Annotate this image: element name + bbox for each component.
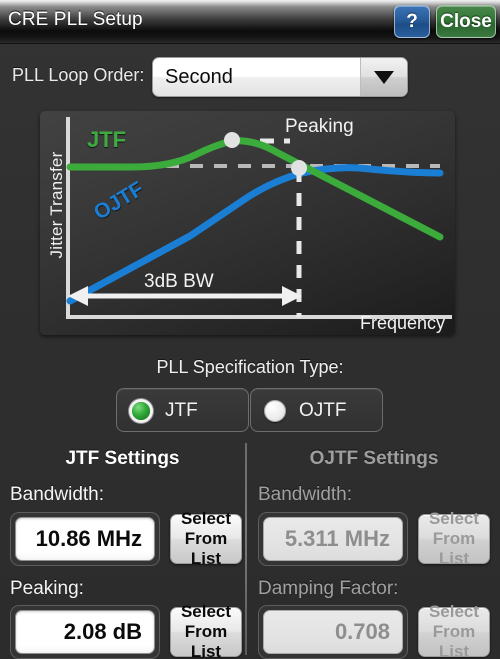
ojtf-damping-select-line1: Select [428,602,480,621]
ojtf-damping-value: 0.708 [263,610,403,654]
jtf-curve-label: JTF [87,127,127,152]
bandwidth-annotation: 3dB BW [144,271,214,292]
chevron-down-icon[interactable] [360,58,407,96]
cre-pll-setup-window: CRE PLL Setup ? Close PLL Loop Order: Se… [0,0,500,659]
y-axis-label: Jitter Transfer [47,151,66,259]
jtf-bandwidth-select-line1: Select [180,509,232,528]
x-axis-label: Frequency [359,313,445,333]
jtf-bandwidth-select-line2: From List [184,529,228,568]
jtf-peak-marker [224,132,240,148]
pll-loop-order-row: PLL Loop Order: Second [0,55,500,97]
spec-type-label: PLL Specification Type: [156,357,344,377]
ojtf-damping-select-button: Select From List [418,602,490,659]
ojtf-bandwidth-label: Bandwidth: [258,484,353,505]
column-divider [245,443,247,655]
ojtf-damping-input: 0.708 [258,605,408,659]
pll-loop-order-label: PLL Loop Order: [12,65,145,85]
pll-loop-order-select[interactable]: Second [152,57,408,97]
jtf-peaking-label: Peaking: [10,578,84,599]
ojtf-bandwidth-select-button: Select From List [418,509,490,568]
jtf-peaking-value: 2.08 dB [15,610,155,654]
title-bar: CRE PLL Setup ? Close [0,0,500,44]
help-button[interactable]: ? [394,5,430,38]
ojtf-damping-label: Damping Factor: [258,578,399,599]
window-title: CRE PLL Setup [8,9,143,30]
ojtf-damping-select-line2: From List [432,622,476,659]
jtf-bandwidth-value: 10.86 MHz [15,517,155,561]
jtf-peaking-input[interactable]: 2.08 dB [10,605,160,659]
radio-option-ojtf[interactable]: OJTF [250,388,383,432]
peaking-annotation: Peaking [285,116,354,137]
ojtf-bandwidth-input: 5.311 MHz [258,512,408,566]
ojtf-bandwidth-value: 5.311 MHz [263,517,403,561]
radio-option-jtf[interactable]: JTF [116,388,249,432]
radio-label-ojtf: OJTF [299,400,347,421]
jitter-transfer-diagram: Jitter Transfer Frequency JTF OJTF Peaki… [40,111,455,335]
jtf-bandwidth-label: Bandwidth: [10,484,105,505]
close-button[interactable]: Close [436,5,496,38]
ojtf-bandwidth-select-line2: From List [432,529,476,568]
pll-loop-order-value: Second [165,66,233,88]
jtf-peaking-select-line1: Select [180,602,232,621]
radio-indicator-selected [132,402,150,420]
jtf-settings-heading: JTF Settings [65,448,180,469]
radio-indicator-unselected [264,400,286,422]
jtf-peaking-select-line2: From List [184,622,228,659]
chevron-down-glyph [374,70,394,84]
ojtf-bandwidth-select-line1: Select [428,509,480,528]
jtf-bandwidth-input[interactable]: 10.86 MHz [10,512,160,566]
ojtf-settings-heading: OJTF Settings [309,448,439,469]
jtf-peaking-select-button[interactable]: Select From List [170,602,242,659]
jtf-bandwidth-select-button[interactable]: Select From List [170,509,242,568]
radio-label-jtf: JTF [165,400,198,421]
bandwidth-marker [291,160,307,176]
